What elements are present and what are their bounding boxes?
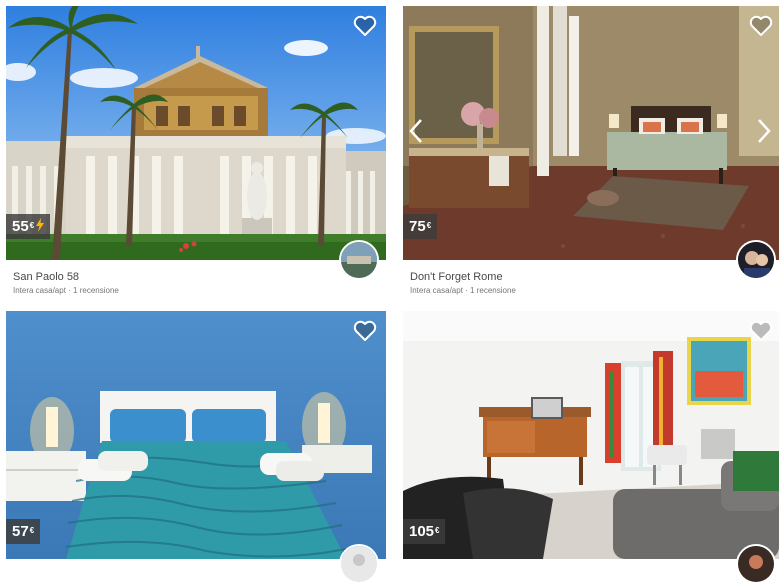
listing-title[interactable]: Don't Forget Rome — [410, 271, 503, 283]
price-currency: € — [29, 526, 35, 535]
listing-subtitle: Intera casa/apt · 1 recensione — [13, 286, 119, 295]
listing-card[interactable]: 55€ San Paolo 58 Intera casa/apt · 1 rec… — [6, 6, 386, 298]
host-avatar[interactable] — [736, 240, 776, 280]
listing-photo[interactable] — [403, 6, 779, 260]
listing-card[interactable]: 75€ Don't Forget Rome Intera casa/apt · … — [403, 6, 779, 298]
listing-photo[interactable] — [6, 311, 386, 559]
heart-outline-icon[interactable] — [749, 15, 773, 37]
host-avatar[interactable] — [736, 544, 776, 584]
listing-card[interactable]: 105€ — [403, 311, 779, 584]
price-badge: 55€ — [6, 214, 51, 239]
listing-title[interactable]: San Paolo 58 — [13, 271, 79, 283]
heart-outline-icon[interactable] — [353, 320, 377, 342]
heart-outline-icon[interactable] — [749, 320, 773, 342]
price-value: 57 — [12, 523, 29, 540]
price-value: 105 — [409, 523, 435, 540]
previous-photo-chevron-icon[interactable] — [409, 118, 423, 144]
price-badge: 57€ — [6, 519, 41, 544]
listing-card[interactable]: 57€ — [6, 311, 386, 584]
listing-photo[interactable] — [6, 6, 386, 260]
price-currency: € — [435, 526, 440, 535]
price-currency: € — [426, 221, 432, 230]
heart-outline-icon[interactable] — [353, 15, 377, 37]
price-badge: 75€ — [403, 214, 438, 239]
price-value: 55 — [12, 218, 29, 235]
listing-photo[interactable] — [403, 311, 779, 559]
host-avatar[interactable] — [339, 240, 379, 280]
price-currency: € — [29, 221, 35, 230]
price-badge: 105€ — [403, 519, 446, 544]
lightning-bolt-icon — [36, 218, 45, 232]
next-photo-chevron-icon[interactable] — [757, 118, 771, 144]
listing-subtitle: Intera casa/apt · 1 recensione — [410, 286, 516, 295]
host-avatar[interactable] — [339, 544, 379, 584]
price-value: 75 — [409, 218, 426, 235]
